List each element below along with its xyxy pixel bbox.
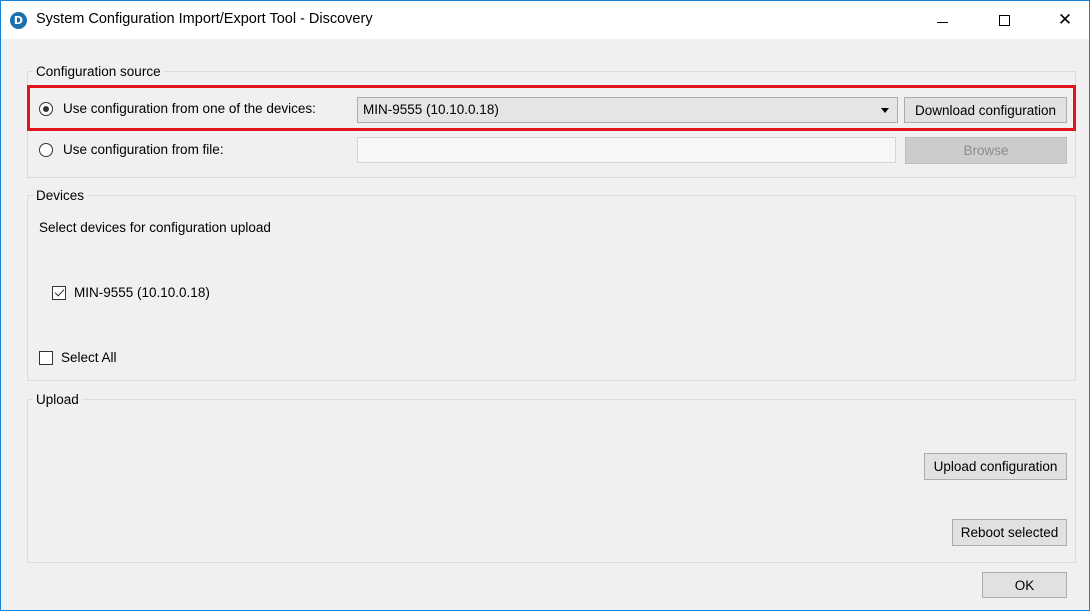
devices-legend: Devices — [36, 188, 85, 203]
download-configuration-button[interactable]: Download configuration — [904, 97, 1067, 123]
device-checkbox-label[interactable]: MIN-9555 (10.10.0.18) — [74, 285, 210, 300]
device-config-radio[interactable] — [39, 102, 53, 116]
chevron-down-icon — [881, 108, 889, 113]
app-logo-icon: D — [10, 12, 27, 29]
device-checkbox[interactable] — [52, 286, 66, 300]
devices-instruction: Select devices for configuration upload — [39, 220, 271, 235]
configuration-source-legend: Configuration source — [36, 64, 161, 79]
browse-button[interactable]: Browse — [905, 137, 1067, 164]
title-bar[interactable]: D System Configuration Import/Export Too… — [1, 1, 1089, 39]
file-config-radio-label[interactable]: Use configuration from file: — [63, 142, 224, 157]
window-title: System Configuration Import/Export Tool … — [36, 11, 373, 27]
device-config-radio-label[interactable]: Use configuration from one of the device… — [63, 101, 316, 116]
select-all-label[interactable]: Select All — [61, 350, 117, 365]
minimize-icon — [936, 21, 948, 23]
reboot-selected-button[interactable]: Reboot selected — [952, 519, 1067, 546]
file-path-field[interactable] — [357, 137, 896, 163]
device-select-value: MIN-9555 (10.10.0.18) — [363, 102, 499, 117]
app-window: D System Configuration Import/Export Too… — [0, 0, 1090, 611]
maximize-icon — [998, 14, 1010, 26]
maximize-button[interactable] — [981, 1, 1027, 39]
device-select[interactable]: MIN-9555 (10.10.0.18) — [357, 97, 898, 123]
file-config-radio[interactable] — [39, 143, 53, 157]
close-icon: ✕ — [1057, 10, 1073, 30]
upload-configuration-button[interactable]: Upload configuration — [924, 453, 1067, 480]
close-button[interactable]: ✕ — [1042, 1, 1088, 39]
select-all-checkbox[interactable] — [39, 351, 53, 365]
ok-button[interactable]: OK — [982, 572, 1067, 598]
minimize-button[interactable] — [919, 1, 965, 39]
upload-group: Upload — [27, 392, 1076, 563]
upload-legend: Upload — [36, 392, 79, 407]
